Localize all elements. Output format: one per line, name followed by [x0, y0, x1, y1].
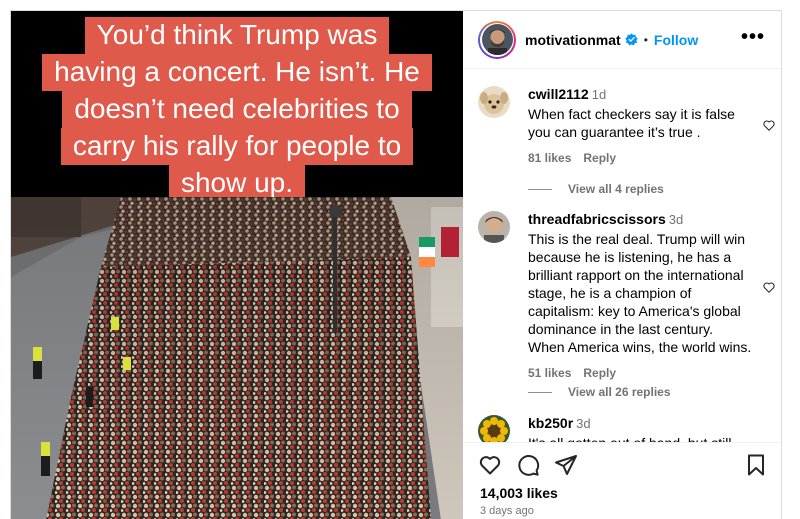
- caption-area: You’d think Trump was having a concert. …: [11, 11, 463, 202]
- replies-divider: [528, 188, 552, 190]
- comment-time: 1d: [591, 87, 607, 102]
- view-replies-button[interactable]: View all 26 replies: [528, 385, 671, 399]
- heart-icon[interactable]: [478, 453, 502, 477]
- comment-like-icon[interactable]: [762, 280, 776, 294]
- crowd-photo: [11, 197, 463, 519]
- post-side-panel: motivationmat • Follow ••• cwill2112 1d …: [464, 11, 781, 519]
- reply-button[interactable]: Reply: [583, 366, 616, 380]
- replies-divider: [528, 391, 552, 393]
- comment-icon[interactable]: [516, 453, 540, 477]
- username[interactable]: motivationmat: [525, 32, 621, 48]
- avatar[interactable]: [478, 20, 516, 59]
- follow-button[interactable]: Follow: [654, 32, 698, 48]
- instagram-post: You’d think Trump was having a concert. …: [10, 10, 782, 519]
- likes-count[interactable]: 14,003 likes: [480, 485, 558, 501]
- caption-line: carry his rally for people to: [60, 128, 414, 165]
- comment-likes[interactable]: 81 likes: [528, 151, 571, 165]
- view-replies-label[interactable]: View all 26 replies: [568, 385, 671, 399]
- post-actions: 14,003 likes 3 days ago: [464, 442, 781, 519]
- comment-username[interactable]: threadfabricscissors: [528, 211, 666, 227]
- share-icon[interactable]: [554, 453, 578, 477]
- post-media[interactable]: You’d think Trump was having a concert. …: [11, 11, 463, 519]
- post-timestamp: 3 days ago: [480, 505, 534, 517]
- reply-button[interactable]: Reply: [583, 151, 616, 165]
- comment-avatar[interactable]: [478, 211, 510, 243]
- caption-text-block: You’d think Trump was having a concert. …: [11, 11, 463, 202]
- comment-avatar[interactable]: [478, 415, 510, 442]
- comment-like-icon[interactable]: [762, 118, 776, 132]
- comment-text: This is the real deal. Trump will win be…: [528, 231, 752, 355]
- comment-username[interactable]: kb250r: [528, 415, 573, 431]
- comment-username[interactable]: cwill2112: [528, 86, 589, 102]
- comment-time: 3d: [668, 212, 684, 227]
- verified-badge-icon: [625, 33, 638, 46]
- separator-dot: •: [643, 32, 648, 47]
- comment-avatar[interactable]: [478, 86, 510, 118]
- comments-list[interactable]: cwill2112 1d When fact checkers say it is…: [464, 70, 781, 442]
- view-replies-button[interactable]: View all 4 replies: [528, 182, 664, 196]
- caption-line: doesn’t need celebrities to: [62, 91, 412, 128]
- comment-time: 3d: [576, 416, 591, 431]
- view-replies-label[interactable]: View all 4 replies: [568, 182, 664, 196]
- more-options-icon[interactable]: •••: [741, 27, 765, 47]
- comment-text: It's all gotten out of hand, but still y…: [528, 434, 753, 442]
- bookmark-icon[interactable]: [744, 453, 768, 477]
- comment-text: When fact checkers say it is false you c…: [528, 106, 735, 140]
- caption-line: having a concert. He isn’t. He: [42, 54, 432, 91]
- comment-likes[interactable]: 51 likes: [528, 366, 571, 380]
- caption-line: You’d think Trump was: [84, 17, 390, 54]
- post-header: motivationmat • Follow •••: [464, 11, 781, 69]
